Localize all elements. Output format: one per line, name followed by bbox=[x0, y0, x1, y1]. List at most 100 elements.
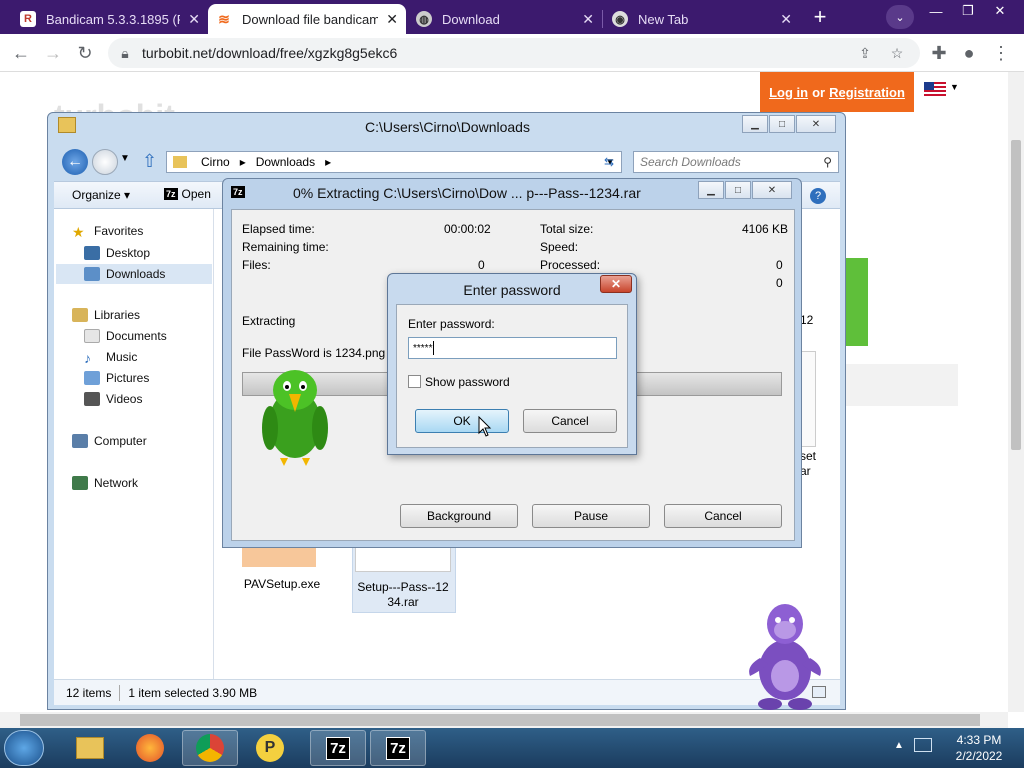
forward-arrow-icon[interactable]: → bbox=[40, 40, 66, 66]
horizontal-scroll-thumb[interactable] bbox=[20, 714, 980, 726]
show-password-label[interactable]: Show password bbox=[425, 375, 510, 389]
extensions-icon[interactable]: ✚ bbox=[926, 40, 952, 66]
file-name[interactable]: PAVSetup.exe bbox=[242, 577, 322, 591]
tab-new-tab[interactable]: ◉ New Tab ✕ bbox=[604, 4, 800, 34]
minimize-icon[interactable]: ▁ bbox=[742, 115, 768, 133]
lock-icon[interactable]: 🔒︎ bbox=[116, 44, 134, 62]
taskbar-pdf[interactable]: P bbox=[242, 730, 298, 766]
chevron-right-icon[interactable]: ▸ bbox=[240, 155, 246, 169]
vertical-scroll-thumb[interactable] bbox=[1011, 140, 1021, 450]
close-icon[interactable]: ✕ bbox=[582, 11, 594, 28]
network-icon[interactable] bbox=[914, 738, 932, 752]
restore-icon[interactable]: ❐ bbox=[952, 0, 984, 22]
pictures-icon bbox=[84, 371, 100, 385]
breadcrumb-item[interactable]: Downloads bbox=[256, 155, 315, 169]
back-arrow-icon[interactable]: ← bbox=[8, 40, 34, 66]
folder-icon bbox=[173, 156, 187, 168]
chevron-right-icon[interactable]: ▸ bbox=[325, 155, 331, 169]
password-field[interactable]: ***** bbox=[408, 337, 617, 359]
taskbar-7zip[interactable]: 7z bbox=[310, 730, 366, 766]
taskbar-chrome[interactable] bbox=[182, 730, 238, 766]
sidebar-item-documents[interactable]: Documents bbox=[84, 326, 167, 346]
tab-download[interactable]: ◍ Download ✕ bbox=[408, 4, 602, 34]
bandicam-icon: R bbox=[20, 11, 36, 27]
libraries-icon bbox=[72, 308, 88, 322]
sidebar-item-downloads[interactable]: Downloads bbox=[56, 264, 212, 284]
sidebar-item-network[interactable]: Network bbox=[72, 473, 138, 493]
tab-title: New Tab bbox=[638, 11, 689, 27]
share-icon[interactable]: ⇪ bbox=[856, 44, 874, 62]
menu-icon[interactable]: ⋮ bbox=[988, 40, 1014, 66]
sidebar-item-libraries[interactable]: Libraries bbox=[72, 305, 140, 325]
close-icon[interactable]: ✕ bbox=[780, 11, 792, 28]
maximize-icon[interactable]: □ bbox=[769, 115, 795, 133]
help-icon[interactable]: ? bbox=[810, 188, 826, 204]
search-icon[interactable]: ⚲ bbox=[823, 155, 832, 169]
minimize-icon[interactable]: — bbox=[920, 0, 952, 22]
file-item-selected[interactable]: Setup---Pass--12 34.rar bbox=[352, 542, 456, 613]
login-link[interactable]: Log in bbox=[769, 85, 808, 100]
refresh-icon[interactable]: ⇆ bbox=[598, 151, 620, 173]
registration-link[interactable]: Registration bbox=[829, 85, 905, 100]
password-label: Enter password: bbox=[408, 317, 495, 331]
tab-bandicam[interactable]: R Bandicam 5.3.3.1895 (Re ✕ bbox=[12, 4, 208, 34]
tray-arrow-icon[interactable]: ▲ bbox=[894, 740, 904, 751]
avatar[interactable]: ● bbox=[956, 40, 982, 66]
cancel-button[interactable]: Cancel bbox=[523, 409, 617, 433]
up-arrow-icon[interactable]: ⇧ bbox=[142, 151, 157, 172]
background-button[interactable]: Background bbox=[400, 504, 518, 528]
maximize-icon[interactable]: □ bbox=[725, 181, 751, 199]
close-icon[interactable]: ✕ bbox=[600, 275, 632, 293]
parrot-mascot bbox=[262, 370, 328, 466]
7zip-icon: 7z bbox=[231, 186, 245, 198]
organize-button[interactable]: Organize ▾ bbox=[72, 188, 130, 202]
close-icon[interactable]: ✕ bbox=[386, 11, 398, 28]
tab-turbobit[interactable]: ≋ Download file bandicam_ ✕ bbox=[208, 4, 406, 34]
explorer-icon bbox=[76, 737, 104, 759]
sidebar-item-pictures[interactable]: Pictures bbox=[84, 368, 149, 388]
chevron-down-icon[interactable]: ⌄ bbox=[886, 5, 914, 29]
start-button[interactable] bbox=[4, 730, 44, 766]
mouse-cursor-icon bbox=[478, 416, 492, 437]
show-password-checkbox[interactable] bbox=[408, 375, 421, 388]
file-thumbnail[interactable] bbox=[242, 545, 316, 567]
breadcrumb[interactable]: Cirno ▸ Downloads ▸ ▼ bbox=[166, 151, 622, 173]
close-icon[interactable]: ✕ bbox=[796, 115, 836, 133]
close-icon[interactable]: ✕ bbox=[752, 181, 792, 199]
cancel-button[interactable]: Cancel bbox=[664, 504, 782, 528]
search-placeholder: Search Downloads bbox=[640, 155, 741, 169]
sidebar-item-desktop[interactable]: Desktop bbox=[84, 243, 150, 263]
back-icon[interactable]: ← bbox=[62, 149, 88, 175]
sidebar-item-music[interactable]: ♪ Music bbox=[84, 347, 137, 367]
search-input[interactable]: Search Downloads ⚲ bbox=[633, 151, 839, 173]
pause-button[interactable]: Pause bbox=[532, 504, 650, 528]
computer-icon bbox=[72, 434, 88, 448]
address-bar[interactable]: 🔒︎ turbobit.net/download/free/xgzkg8g5ek… bbox=[108, 38, 920, 68]
taskbar-explorer[interactable] bbox=[62, 730, 118, 766]
extra-value: 0 bbox=[776, 276, 783, 290]
clock[interactable]: 4:33 PM 2/2/2022 bbox=[944, 732, 1014, 764]
navigation-pane: ★ Favorites Desktop Downloads Libraries D… bbox=[54, 209, 214, 679]
star-icon[interactable]: ☆ bbox=[888, 44, 906, 62]
breadcrumb-item[interactable]: Cirno bbox=[201, 155, 230, 169]
forward-icon[interactable] bbox=[92, 149, 118, 175]
taskbar-firefox[interactable] bbox=[122, 730, 178, 766]
new-tab-button[interactable]: + bbox=[806, 4, 834, 29]
reload-icon[interactable]: ↻ bbox=[72, 40, 98, 66]
close-window-icon[interactable]: ✕ bbox=[984, 0, 1016, 22]
sidebar-item-favorites[interactable]: ★ Favorites bbox=[72, 221, 143, 241]
history-dropdown-icon[interactable]: ▼ bbox=[120, 153, 130, 164]
open-button[interactable]: 7z Open bbox=[164, 187, 211, 201]
us-flag-icon[interactable] bbox=[924, 82, 946, 98]
gorilla-mascot bbox=[749, 604, 821, 710]
remaining-label: Remaining time: bbox=[242, 240, 329, 254]
url-text[interactable]: turbobit.net/download/free/xgzkg8g5ekc6 bbox=[142, 45, 397, 61]
taskbar-7zip[interactable]: 7z bbox=[370, 730, 426, 766]
sidebar-item-videos[interactable]: Videos bbox=[84, 389, 142, 409]
caret-down-icon[interactable]: ▼ bbox=[950, 82, 959, 92]
minimize-icon[interactable]: ▁ bbox=[698, 181, 724, 199]
sidebar-item-computer[interactable]: Computer bbox=[72, 431, 147, 451]
close-icon[interactable]: ✕ bbox=[188, 11, 200, 28]
ok-button[interactable]: OK bbox=[415, 409, 509, 433]
star-icon: ★ bbox=[72, 224, 85, 240]
